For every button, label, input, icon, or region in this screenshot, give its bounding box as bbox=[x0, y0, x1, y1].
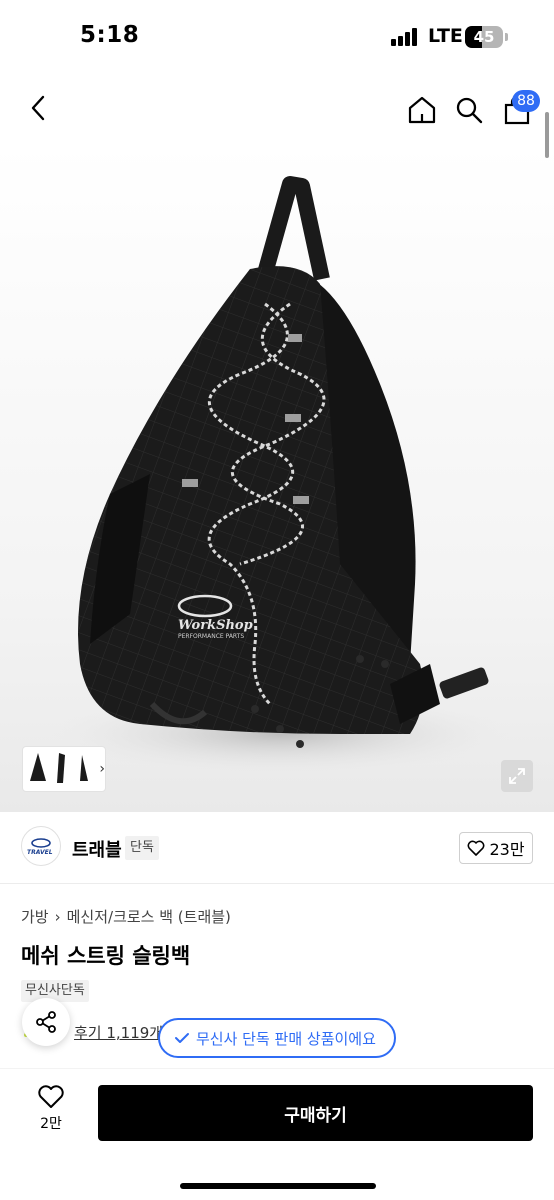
thumbnail-strip[interactable]: › bbox=[22, 746, 106, 792]
bottom-bar: 2만 구매하기 bbox=[0, 1068, 554, 1200]
chevron-right-icon: › bbox=[99, 761, 106, 777]
heart-icon bbox=[38, 1085, 64, 1108]
heart-icon bbox=[468, 840, 485, 856]
status-time: 5:18 bbox=[80, 22, 140, 48]
review-link[interactable]: 후기 1,119개 bbox=[74, 1022, 163, 1043]
battery-icon: 45 bbox=[465, 26, 503, 48]
back-button[interactable] bbox=[20, 90, 56, 126]
breadcrumb: 가방 › 메신저/크로스 백 (트래블) bbox=[21, 906, 231, 927]
home-icon bbox=[408, 96, 436, 124]
share-icon bbox=[36, 1011, 56, 1033]
exclusive-toast: 무신사 단독 판매 상품이에요 bbox=[158, 1018, 396, 1058]
top-nav bbox=[0, 76, 554, 144]
check-icon bbox=[175, 1033, 189, 1043]
expand-image-button[interactable] bbox=[501, 760, 533, 792]
sling-bag-image: WorkShop PERFORMANCE PARTS bbox=[50, 176, 510, 774]
cart-badge: 88 bbox=[512, 90, 540, 112]
brand-row: TRAVEL 트래블 단독 23만 bbox=[0, 812, 554, 884]
wishlist-count: 2만 bbox=[40, 1116, 62, 1132]
toast-text: 무신사 단독 판매 상품이에요 bbox=[196, 1029, 376, 1048]
brand-like-count: 23만 bbox=[489, 840, 525, 859]
breadcrumb-item-category[interactable]: 가방 bbox=[21, 906, 49, 927]
product-title: 메쉬 스트링 슬링백 bbox=[21, 944, 191, 968]
brand-name[interactable]: 트래블 bbox=[72, 836, 122, 862]
home-button[interactable] bbox=[404, 90, 440, 130]
home-indicator bbox=[180, 1183, 376, 1189]
logo-text: WorkShop bbox=[178, 618, 253, 633]
expand-icon bbox=[509, 768, 525, 784]
logo-subtext: PERFORMANCE PARTS bbox=[178, 633, 244, 640]
exclusive-badge: 무신사단독 bbox=[21, 980, 89, 1002]
brand-like-button[interactable]: 23만 bbox=[459, 832, 533, 864]
travel-logo: TRAVEL bbox=[27, 838, 53, 856]
signal-icon bbox=[391, 28, 421, 46]
buy-button[interactable]: 구매하기 bbox=[98, 1085, 533, 1141]
thumbnail-2[interactable] bbox=[50, 749, 71, 789]
brand-logo[interactable]: TRAVEL bbox=[21, 826, 61, 866]
thumbnail-3[interactable] bbox=[74, 749, 95, 789]
wishlist-button[interactable]: 2만 bbox=[30, 1085, 72, 1141]
chevron-left-icon bbox=[31, 95, 45, 121]
brand-logo-text: TRAVEL bbox=[27, 849, 53, 856]
search-button[interactable] bbox=[451, 90, 487, 130]
thumbnail-1[interactable] bbox=[27, 749, 48, 789]
status-bar: 5:18 LTE 45 bbox=[0, 0, 554, 76]
scrollbar[interactable] bbox=[545, 112, 549, 158]
share-button[interactable] bbox=[22, 998, 70, 1046]
battery-level: 45 bbox=[473, 28, 495, 46]
search-icon bbox=[456, 97, 483, 124]
battery-nub bbox=[505, 33, 508, 41]
breadcrumb-item-subcategory[interactable]: 메신저/크로스 백 (트래블) bbox=[67, 906, 231, 927]
breadcrumb-separator-icon: › bbox=[54, 907, 61, 926]
product-image[interactable]: WorkShop PERFORMANCE PARTS bbox=[0, 144, 554, 812]
brand-exclusive-tag: 단독 bbox=[125, 836, 159, 860]
network-label: LTE bbox=[428, 25, 463, 47]
